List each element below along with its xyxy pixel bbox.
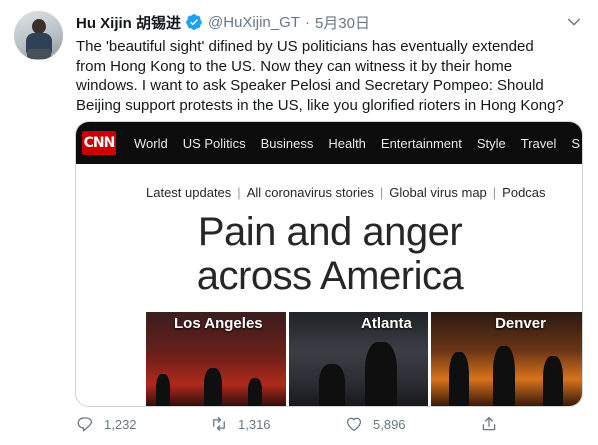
like-button[interactable]: 5,896 bbox=[345, 415, 406, 433]
cnn-logo: CNN bbox=[82, 131, 116, 155]
silhouette bbox=[543, 356, 564, 406]
tweet-text-line: from Hong Kong to the US. Now they can w… bbox=[76, 57, 513, 75]
headline-line: Pain and anger bbox=[197, 210, 463, 254]
sub-nav-item: Latest updates bbox=[146, 184, 232, 200]
photo-atlanta: Atlanta bbox=[289, 312, 429, 406]
photo-los-angeles: Los Angeles bbox=[146, 312, 287, 406]
nav-item: World bbox=[134, 135, 168, 151]
retweet-button[interactable]: 1,316 bbox=[210, 415, 271, 433]
headline-line: across America bbox=[196, 254, 464, 298]
media-card[interactable]: CNN World US Politics Business Health En… bbox=[75, 121, 583, 407]
tweet-header: Hu Xijin 胡锡进 @HuXijin_GT · 5月30日 bbox=[76, 12, 370, 32]
share-button[interactable] bbox=[480, 415, 508, 433]
sub-nav-divider: | bbox=[379, 184, 384, 200]
photo-title: Los Angeles bbox=[174, 315, 263, 332]
sub-nav-item: Global virus map bbox=[389, 184, 487, 200]
like-count: 5,896 bbox=[373, 416, 406, 432]
tweet-text-line: The 'beautiful sight' difined by US poli… bbox=[76, 38, 534, 55]
tweet-text-line: windows. I want to ask Speaker Pelosi an… bbox=[76, 77, 544, 95]
photo-denver: Denver bbox=[431, 312, 582, 406]
nav-item: Travel bbox=[520, 135, 557, 151]
separator-dot: · bbox=[304, 13, 310, 31]
photo-strip: Los Angeles Atlanta Denver bbox=[146, 312, 582, 406]
share-icon bbox=[482, 416, 496, 431]
nav-item: Business bbox=[260, 135, 314, 151]
silhouette bbox=[449, 352, 470, 406]
author-name[interactable]: Hu Xijin 胡锡进 bbox=[76, 12, 181, 33]
sub-nav-divider: | bbox=[237, 184, 241, 200]
silhouette bbox=[248, 378, 262, 406]
nav-item: Style bbox=[476, 135, 506, 151]
sub-nav-divider: | bbox=[492, 184, 497, 200]
tweet[interactable]: Hu Xijin 胡锡进 @HuXijin_GT · 5月30日 The 'be… bbox=[0, 0, 598, 445]
sub-nav-item: All coronavirus stories bbox=[246, 184, 374, 200]
silhouette bbox=[493, 346, 516, 406]
cnn-nav-bar: CNN World US Politics Business Health En… bbox=[76, 122, 582, 164]
silhouette bbox=[204, 368, 222, 406]
nav-item: US Politics bbox=[182, 135, 246, 151]
avatar[interactable] bbox=[14, 11, 63, 60]
tweet-date[interactable]: 5月30日 bbox=[315, 12, 370, 33]
photo-title: Atlanta bbox=[361, 315, 412, 332]
nav-item: Entertainment bbox=[380, 135, 462, 151]
silhouette bbox=[319, 364, 346, 406]
chevron-down-icon[interactable] bbox=[565, 13, 583, 31]
sub-nav-item: Podcas bbox=[502, 184, 546, 200]
tweet-text: The 'beautiful sight' difined by US poli… bbox=[76, 37, 588, 115]
author-handle[interactable]: @HuXijin_GT bbox=[208, 14, 300, 31]
reply-count: 1,232 bbox=[104, 416, 137, 432]
photo-title: Denver bbox=[495, 315, 546, 332]
verified-badge-icon bbox=[186, 14, 202, 30]
reply-button[interactable]: 1,232 bbox=[76, 415, 137, 433]
reply-icon bbox=[77, 417, 93, 432]
like-icon bbox=[346, 417, 362, 432]
retweet-count: 1,316 bbox=[238, 416, 271, 432]
tweet-actions: 1,232 1,316 5,896 bbox=[76, 415, 506, 437]
tweet-text-line: Beijing support protests in the US, like… bbox=[76, 96, 564, 114]
avatar-head bbox=[32, 19, 46, 34]
nav-item: S bbox=[571, 135, 581, 151]
avatar-legs bbox=[27, 49, 51, 59]
silhouette bbox=[156, 374, 170, 406]
silhouette bbox=[365, 342, 398, 406]
retweet-icon bbox=[213, 416, 225, 432]
cnn-sub-nav: Latest updates | All coronavirus stories… bbox=[146, 182, 576, 202]
nav-item: Health bbox=[328, 135, 366, 151]
cnn-headline: Pain and anger across America bbox=[76, 210, 582, 298]
